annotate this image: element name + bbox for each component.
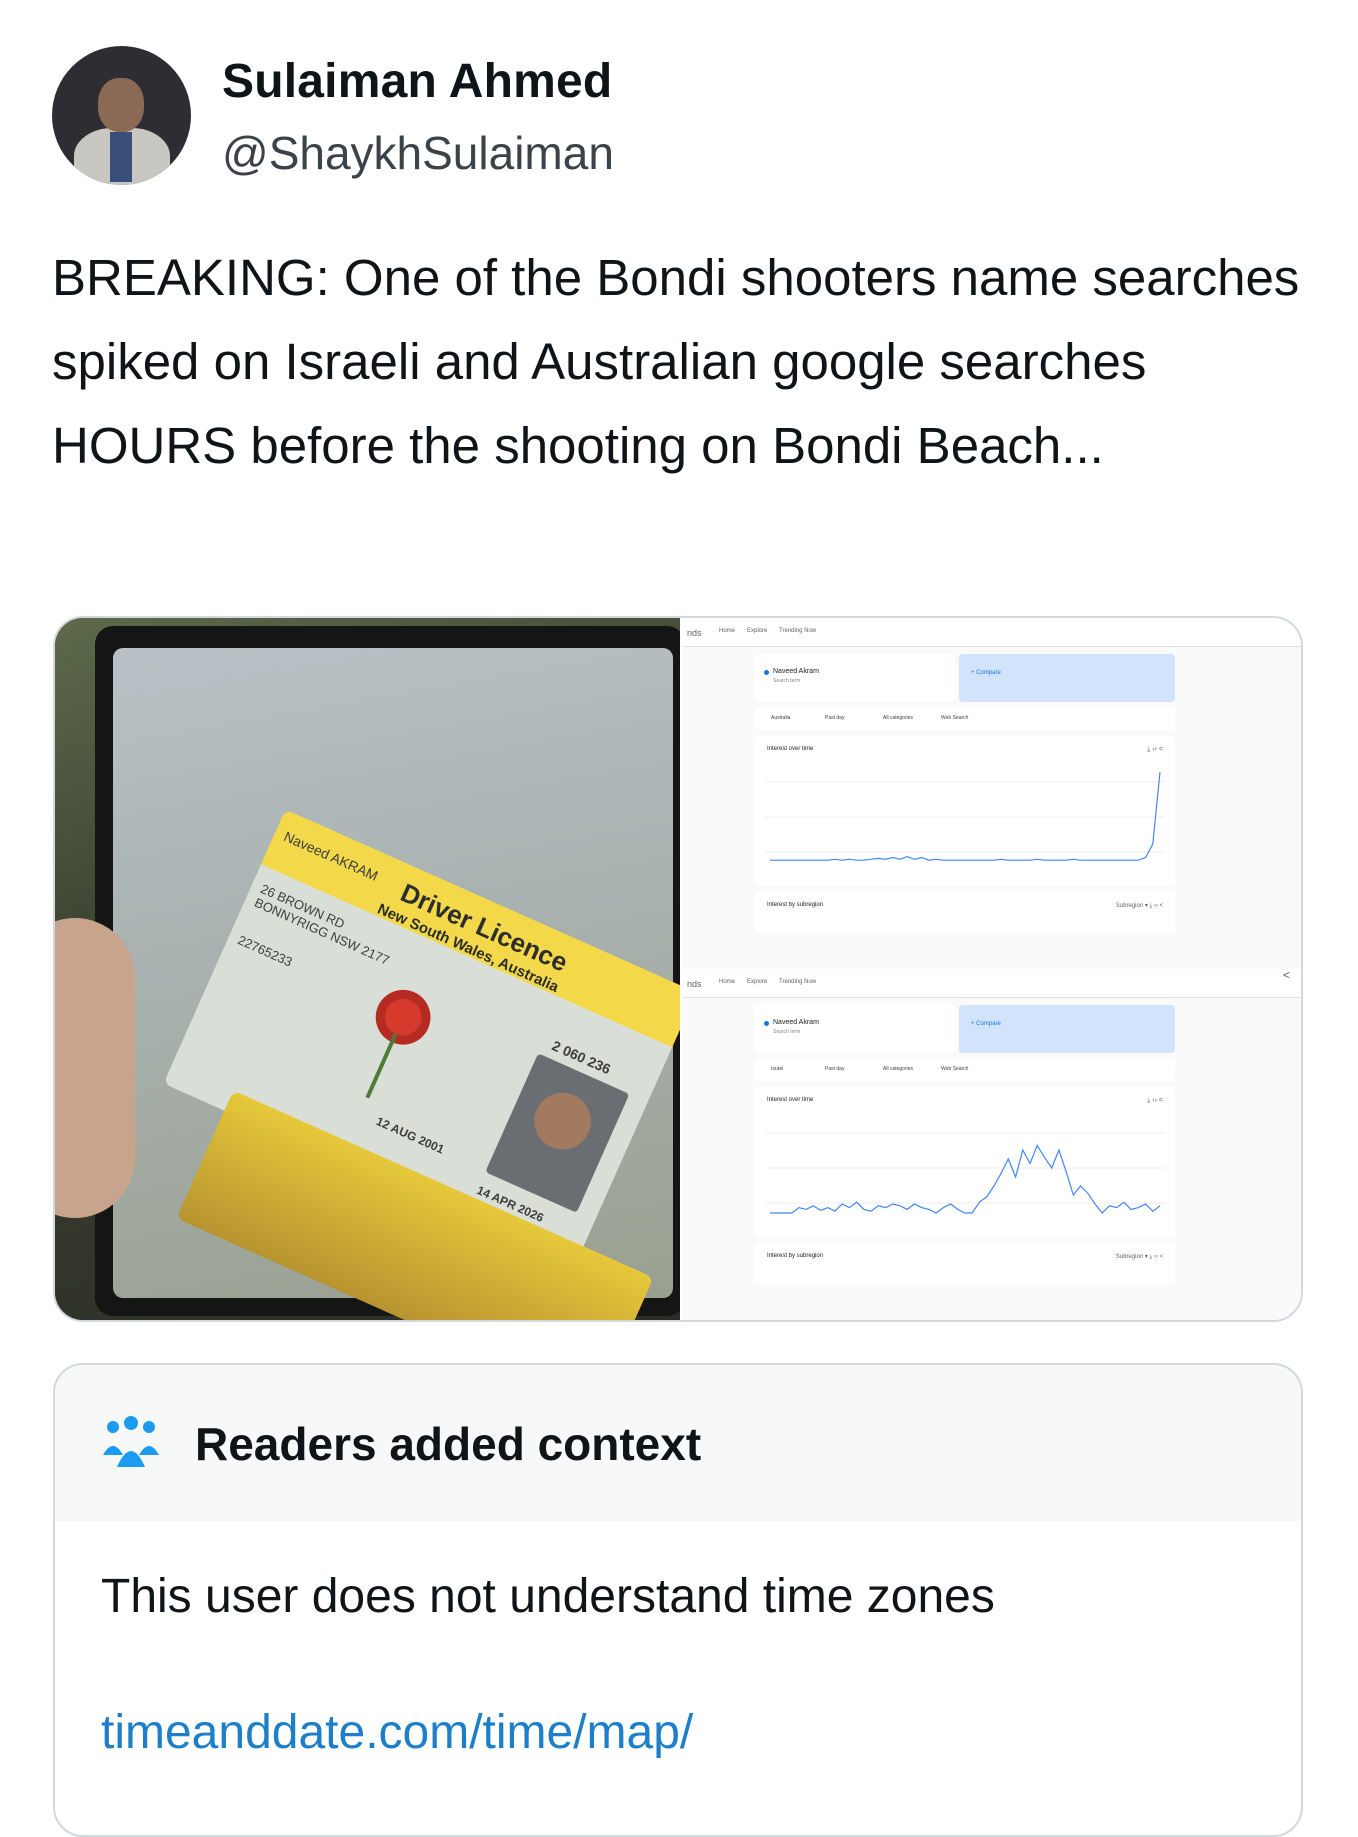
licence-photo[interactable]: Naveed AKRAM Driver Licence New South Wa… [55,618,680,1320]
nav-trending[interactable]: Trending Now [779,979,816,985]
community-note-link[interactable]: timeanddate.com/time/map/ [101,1705,693,1760]
nav-trending[interactable]: Trending Now [779,628,816,634]
licence-portrait [485,1053,630,1213]
subregion-menu-label: Subregion [1115,903,1144,909]
community-note-header: Readers added context [55,1365,1301,1521]
trends-panel-israel: nds Home Explore Trending Now Naveed Akr… [683,969,1301,1320]
trends-brand: nds [687,628,702,638]
trends-topbar: nds Home Explore Trending Now [683,969,1301,998]
community-note-title: Readers added context [195,1418,702,1470]
filters-bar: Australia Past day All categories Web Se… [755,708,1175,730]
search-term: Naveed Akram [773,668,819,675]
tweet-media[interactable]: Naveed AKRAM Driver Licence New South Wa… [53,616,1303,1322]
avatar-face [98,78,144,132]
compare-button[interactable]: + Compare [959,1005,1175,1053]
compare-button[interactable]: + Compare [959,654,1175,702]
community-note-body: This user does not understand time zones [101,1570,995,1623]
series-dot-icon [764,1021,769,1026]
interest-by-subregion-card: Interest by subregion Subregion ▾ ⤓ ‹› < [755,1243,1175,1283]
licence-number: 22765233 [235,932,295,970]
chevron-left-icon[interactable]: < [1283,968,1290,982]
search-term-sub: Search term [773,1029,801,1035]
filter-time[interactable]: Past day [825,715,844,721]
search-term-card[interactable]: Naveed Akram Search term [755,1005,955,1053]
google-trends-screenshots[interactable]: nds Home Explore Trending Now Naveed Akr… [683,618,1301,1320]
nav-home[interactable]: Home [719,628,735,634]
filters-bar: Israel Past day All categories Web Searc… [755,1059,1175,1081]
interest-over-time-card: Interest over time ⤓ ‹› < [755,736,1175,886]
avatar-shirt [110,132,132,182]
chart-actions-icon[interactable]: ⤓ ‹› < [1147,1097,1163,1105]
interest-by-subregion-card: Interest by subregion Subregion ▾ ⤓ ‹› < [755,892,1175,932]
interest-chart-israel [765,1132,1165,1214]
compare-label: + Compare [971,1021,1001,1027]
filter-category[interactable]: All categories [883,715,913,721]
filter-time[interactable]: Past day [825,1066,844,1072]
search-term: Naveed Akram [773,1019,819,1026]
waratah-flower-icon [360,975,446,1060]
tweet-header: Sulaiman Ahmed @ShaykhSulaiman [52,46,1252,196]
chart-actions-icon[interactable]: ⤓ ‹› < [1147,746,1163,754]
search-term-sub: Search term [773,678,801,684]
interest-by-subregion-title: Interest by subregion [767,1253,824,1259]
people-icon [103,1416,159,1467]
interest-by-subregion-title: Interest by subregion [767,902,824,908]
filter-search-type[interactable]: Web Search [941,715,968,721]
nav-explore[interactable]: Explore [747,628,767,634]
flower-stem [365,1032,398,1099]
author-handle[interactable]: @ShaykhSulaiman [222,126,614,180]
search-term-card[interactable]: Naveed Akram Search term [755,654,955,702]
interest-chart-australia [765,771,1165,861]
trends-brand: nds [687,979,702,989]
filter-region[interactable]: Australia [771,715,790,721]
avatar[interactable] [52,46,191,185]
filter-region[interactable]: Israel [771,1066,783,1072]
nav-home[interactable]: Home [719,979,735,985]
subregion-menu[interactable]: Subregion ▾ ⤓ ‹› < [1116,902,1163,910]
thumb [55,918,135,1218]
community-note: Readers added context This user does not… [53,1363,1303,1837]
interest-over-time-title: Interest over time [767,1097,814,1103]
filter-search-type[interactable]: Web Search [941,1066,968,1072]
interest-over-time-card: Interest over time ⤓ ‹› < [755,1087,1175,1237]
trends-panel-australia: nds Home Explore Trending Now Naveed Akr… [683,618,1301,969]
filter-category[interactable]: All categories [883,1066,913,1072]
series-dot-icon [764,670,769,675]
subregion-menu-label: Subregion [1115,1254,1144,1260]
compare-label: + Compare [971,670,1001,676]
trends-topbar: nds Home Explore Trending Now [683,618,1301,647]
series-line-australia [770,771,1161,861]
author-name[interactable]: Sulaiman Ahmed [222,54,612,109]
interest-over-time-title: Interest over time [767,746,814,752]
date-of-birth: 12 AUG 2001 [373,1114,447,1157]
tweet-text: BREAKING: One of the Bondi shooters name… [52,249,1300,474]
nav-explore[interactable]: Explore [747,979,767,985]
subregion-menu[interactable]: Subregion ▾ ⤓ ‹› < [1116,1253,1163,1261]
